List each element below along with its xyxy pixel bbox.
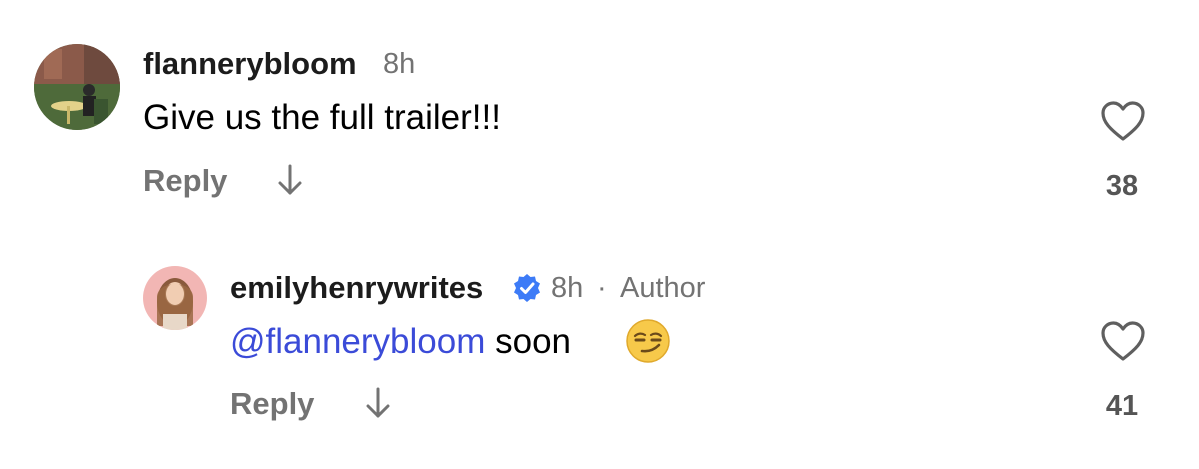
- arrow-down-icon[interactable]: [276, 163, 304, 202]
- comment-time: 8h: [383, 48, 416, 80]
- reply-button[interactable]: Reply: [230, 386, 314, 422]
- comment-username[interactable]: flannerybloom: [143, 46, 357, 82]
- comment-text: @flannerybloom soon: [230, 322, 571, 362]
- heart-outline-icon[interactable]: [1100, 100, 1146, 147]
- like-count: 38: [1105, 170, 1139, 202]
- reply-button[interactable]: Reply: [143, 163, 227, 199]
- comment-time: 8h: [551, 272, 584, 304]
- avatar[interactable]: [34, 44, 120, 130]
- avatar[interactable]: [143, 266, 207, 330]
- comment-text-body: soon: [485, 322, 571, 361]
- arrow-down-icon[interactable]: [364, 386, 392, 425]
- author-badge: Author: [620, 272, 706, 304]
- smirking-face-icon: [625, 318, 671, 369]
- like-count: 41: [1105, 390, 1139, 422]
- comment-username[interactable]: emilyhenrywrites: [230, 270, 483, 306]
- mention-link[interactable]: @flannerybloom: [230, 322, 485, 361]
- heart-outline-icon[interactable]: [1100, 320, 1146, 367]
- meta-separator: ·: [597, 272, 607, 304]
- verified-badge-icon: [512, 273, 542, 308]
- comment-text: Give us the full trailer!!!: [143, 98, 501, 137]
